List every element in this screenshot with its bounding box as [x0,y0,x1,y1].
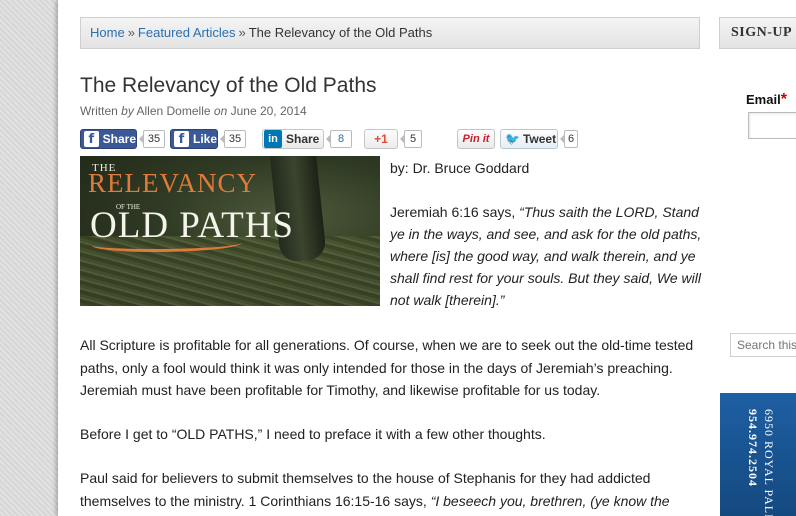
facebook-icon: f [174,131,189,147]
pinterest-label: Pin it [462,133,490,145]
ad-phone: 954.974.2504 [746,409,760,487]
linkedin-share-count: 8 [326,130,352,148]
byline-written: Written [80,104,118,118]
signup-heading: SIGN-UP [719,17,796,49]
article-title: The Relevancy of the Old Paths [80,74,377,97]
email-label-text: Email [746,92,781,107]
facebook-like-label: Like [192,132,217,146]
sidebar-ad-banner[interactable]: 6950 ROYAL PALM 954.974.2504 [720,393,796,516]
breadcrumb-home-link[interactable]: Home [90,25,125,40]
facebook-share-label: Share [102,132,136,146]
tweet-count: 6 [560,130,578,148]
google-plus-label: +1 [374,132,388,146]
tweet-button[interactable]: 🐦 Tweet [500,129,558,149]
tweet-label: Tweet [522,132,557,146]
scripture-quote: Jeremiah 6:16 says, “Thus saith the LORD… [390,201,705,311]
breadcrumb-current: The Relevancy of the Old Paths [248,25,433,40]
article-byline: Written by Allen Domelle on June 20, 201… [80,104,307,118]
page-container: Home» Featured Articles» The Relevancy of … [58,0,796,516]
breadcrumb-separator: » [238,25,246,40]
linkedin-share-button[interactable]: in Share [262,129,324,149]
google-plus-button[interactable]: +1 [364,129,398,149]
linkedin-icon: in [264,130,282,148]
article-intro: by: Dr. Bruce Goddard Jeremiah 6:16 says… [390,157,705,311]
article-hero-image: THE RELEVANCY OF THE OLD PATHS [80,156,380,306]
facebook-share-button[interactable]: f Share [80,129,137,149]
linkedin-share-label: Share [286,132,320,146]
breadcrumb-separator: » [127,25,135,40]
email-label: Email* [746,91,787,109]
article-paragraph-2: Before I get to “OLD PATHS,” I need to p… [80,426,546,442]
required-asterisk: * [780,91,787,108]
facebook-icon: f [84,131,99,147]
article-paragraph-1: All Scripture is profitable for all gene… [80,337,694,398]
pinterest-pin-button[interactable]: Pin it [457,129,495,149]
ad-address: 6950 ROYAL PALM [762,409,776,516]
facebook-like-count: 35 [220,130,246,148]
byline-date: June 20, 2014 [230,104,307,118]
verse-reference: Jeremiah 6:16 says, [390,204,520,220]
breadcrumb-section-link[interactable]: Featured Articles [138,25,236,40]
breadcrumb: Home» Featured Articles» The Relevancy of … [80,17,700,49]
email-field[interactable] [748,112,796,139]
social-share-bar: f Share 35 f Like 35 in Share 8 +1 5 Pin… [80,129,700,151]
google-plus-count: 5 [400,130,422,148]
paragraph-3-quote: “I beseech you, brethren, (ye know the [430,492,670,509]
article-author-line: by: Dr. Bruce Goddard [390,160,530,176]
byline-by: by [121,104,134,118]
byline-author: Allen Domelle [136,104,211,118]
byline-on: on [213,104,228,118]
facebook-share-count: 35 [139,130,165,148]
article-paragraph-3: Paul said for believers to submit themse… [80,467,700,512]
search-input[interactable] [730,333,796,357]
twitter-bird-icon: 🐦 [505,132,520,146]
hero-text-relevancy: RELEVANCY [88,168,258,198]
facebook-like-button[interactable]: f Like [170,129,218,149]
